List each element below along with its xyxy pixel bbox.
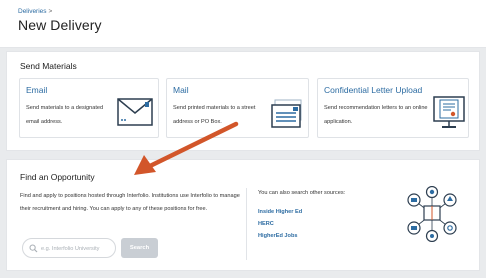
opportunity-illustration-icon [407,186,457,242]
opportunity-search-input[interactable] [41,243,113,254]
envelope-icon [117,98,153,126]
email-card-description: Send materials to a designated email add… [26,105,104,125]
breadcrumb-deliveries-link[interactable]: Deliveries [18,8,47,15]
mail-package-icon [271,99,302,128]
source-link-inside-higher-ed[interactable]: Inside Higher Ed [258,209,302,215]
confidential-letter-card-title: Confidential Letter Upload [324,85,423,95]
email-card-title: Email [26,85,48,95]
mail-card-description: Send printed materials to a street addre… [173,105,256,125]
mail-card[interactable]: Mail Send printed materials to a street … [166,78,309,138]
find-opportunity-title: Find an Opportunity [20,172,95,182]
email-card[interactable]: Email Send materials to a designated ema… [19,78,159,138]
send-materials-panel: Send Materials Email Send materials to a… [6,51,480,151]
page: Deliveries > New Delivery Send Materials … [0,0,486,278]
source-link-herc[interactable]: HERC [258,221,274,227]
other-sources-label: You can also search other sources: [258,190,346,196]
section-divider [246,188,247,260]
opportunity-search-field[interactable] [22,238,116,258]
page-title: New Delivery [18,17,102,33]
send-materials-title: Send Materials [20,61,77,71]
search-icon [29,244,38,253]
confidential-letter-card-description: Send recommendation letters to an online… [324,105,428,125]
find-opportunity-description: Find and apply to positions hosted throu… [20,193,240,212]
source-link-highered-jobs[interactable]: HigherEd Jobs [258,233,297,239]
search-button[interactable]: Search [121,238,158,258]
confidential-letter-card[interactable]: Confidential Letter Upload Send recommen… [317,78,469,138]
page-header: Deliveries > New Delivery [0,0,486,48]
find-opportunity-panel: Find an Opportunity Find and apply to po… [6,159,480,271]
mail-card-title: Mail [173,85,189,95]
breadcrumb: Deliveries > [18,8,52,15]
letter-upload-icon [433,96,465,128]
breadcrumb-separator: > [48,8,53,15]
